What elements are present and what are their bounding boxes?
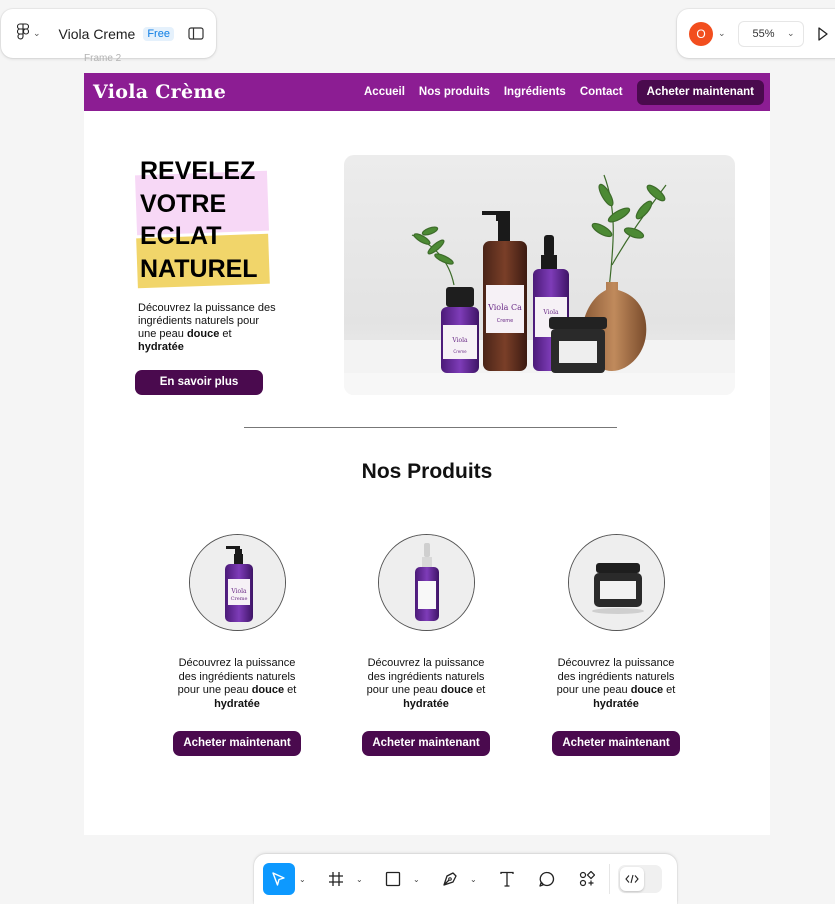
hero-text-bold-douce: douce — [186, 328, 220, 340]
product-description: Découvrez la puissance des ingrédients n… — [170, 657, 304, 711]
rectangle-tool[interactable]: ⌄ — [377, 863, 434, 895]
toolbar-divider — [609, 864, 610, 894]
hero-title-line: REVELEZ — [140, 157, 256, 185]
dev-mode-icon — [620, 867, 644, 891]
pen-tool[interactable]: ⌄ — [434, 863, 491, 895]
chevron-down-icon[interactable]: ⌄ — [409, 875, 434, 884]
product-image-jar[interactable] — [567, 534, 665, 631]
hero-text-bold-hydratee: hydratée — [138, 341, 184, 353]
product-image-pump-bottle[interactable]: Viola Creme — [188, 534, 286, 631]
products-section-title: Nos Produits — [361, 460, 493, 483]
product-description: Découvrez la puissance des ingrédients n… — [549, 657, 683, 711]
product-text-mid: et — [663, 684, 676, 696]
site-logo[interactable]: Viola Crème — [93, 81, 226, 103]
chevron-down-icon[interactable]: ⌄ — [352, 875, 377, 884]
nav-link-accueil[interactable]: Accueil — [364, 86, 405, 98]
hero-title-line: VOTRE — [140, 189, 227, 218]
product-text-bold-douce: douce — [440, 684, 474, 696]
tools-toolbar: ⌄ ⌄ ⌄ ⌄ — [254, 854, 677, 904]
product-text-bold-hydratee: hydratée — [593, 697, 639, 710]
bottle-label: Viola Ca — [487, 303, 522, 312]
dev-mode-toggle[interactable] — [618, 865, 662, 893]
product-label: Viola — [230, 588, 247, 595]
product-description: Découvrez la puissance des ingrédients n… — [359, 657, 493, 711]
nav-buy-button[interactable]: Acheter maintenant — [636, 79, 764, 105]
product-card: Découvrez la puissance des ingrédients n… — [359, 534, 493, 756]
avatar: O — [689, 21, 713, 46]
site-navbar: Viola Crème Accueil Nos produits Ingrédi… — [84, 73, 770, 111]
comment-tool[interactable] — [531, 863, 563, 895]
product-image-dropper[interactable] — [377, 534, 475, 631]
hero-product-image[interactable]: Viola Ca Creme Viola Viola Creme — [344, 155, 735, 395]
text-icon[interactable] — [491, 863, 523, 895]
share-toolbar: O ⌄ 55% ⌄ — [677, 9, 835, 58]
product-text-bold-douce: douce — [251, 684, 285, 696]
buy-button[interactable]: Acheter maintenant — [173, 731, 301, 756]
nav-links: Accueil Nos produits Ingrédients Contact… — [364, 79, 764, 105]
toggle-sidebar-icon[interactable] — [188, 27, 204, 40]
small-bottle-label-sub: Creme — [453, 349, 467, 354]
user-menu[interactable]: O ⌄ — [689, 21, 726, 46]
dropper-label: Viola — [542, 309, 559, 316]
hero-title-line: NATUREL — [140, 254, 258, 283]
move-icon[interactable] — [263, 863, 295, 895]
hero-text-mid: et — [219, 328, 232, 340]
frame-icon[interactable] — [320, 863, 352, 895]
text-tool[interactable] — [491, 863, 523, 895]
comment-icon[interactable] — [531, 863, 563, 895]
nav-link-produits[interactable]: Nos produits — [419, 86, 490, 98]
chevron-down-icon: ⌄ — [718, 28, 726, 38]
product-text-bold-hydratee: hydratée — [403, 697, 449, 710]
chevron-down-icon: ⌄ — [787, 28, 795, 38]
nav-link-contact[interactable]: Contact — [580, 86, 623, 98]
main-menu-button[interactable]: ⌄ — [16, 22, 41, 45]
actions-icon[interactable] — [571, 863, 603, 895]
product-text-mid: et — [284, 684, 297, 696]
bottle-label-sub: Creme — [497, 318, 513, 324]
file-title[interactable]: Viola Creme — [59, 26, 136, 42]
product-card: Viola Creme Découvrez la puissance des i… — [170, 534, 304, 756]
rectangle-icon[interactable] — [377, 863, 409, 895]
learn-more-button[interactable]: En savoir plus — [135, 370, 263, 395]
buy-button[interactable]: Acheter maintenant — [552, 731, 680, 756]
section-divider — [244, 427, 617, 428]
product-text-bold-douce: douce — [630, 684, 664, 696]
chevron-down-icon[interactable]: ⌄ — [295, 875, 320, 884]
chevron-down-icon[interactable]: ⌄ — [466, 875, 491, 884]
nav-link-ingredients[interactable]: Ingrédients — [504, 86, 566, 98]
figma-logo-icon — [16, 22, 30, 45]
zoom-dropdown[interactable]: 55% ⌄ — [737, 20, 804, 47]
pen-icon[interactable] — [434, 863, 466, 895]
buy-button[interactable]: Acheter maintenant — [362, 731, 490, 756]
hero-description: Découvrez la puissance des ingrédients n… — [138, 302, 278, 354]
hero-title-line: ECLAT — [140, 222, 222, 250]
product-text-bold-hydratee: hydratée — [214, 697, 260, 710]
present-play-icon[interactable] — [817, 26, 828, 41]
plan-badge[interactable]: Free — [143, 26, 174, 41]
product-label-sub: Creme — [230, 596, 247, 602]
frame-label[interactable]: Frame 2 — [84, 53, 121, 64]
small-bottle-label: Viola — [451, 337, 468, 344]
actions-tool[interactable] — [571, 863, 603, 895]
file-toolbar: ⌄ Viola Creme Free — [1, 9, 216, 58]
design-frame[interactable]: Viola Crème Accueil Nos produits Ingrédi… — [84, 73, 770, 835]
frame-tool[interactable]: ⌄ — [320, 863, 377, 895]
hero-title: REVELEZ VOTRE ECLAT NATUREL — [138, 155, 278, 285]
chevron-down-icon: ⌄ — [33, 28, 41, 38]
zoom-value: 55% — [752, 27, 775, 40]
product-card: Découvrez la puissance des ingrédients n… — [549, 534, 683, 756]
move-tool[interactable]: ⌄ — [263, 863, 320, 895]
product-text-mid: et — [473, 684, 486, 696]
